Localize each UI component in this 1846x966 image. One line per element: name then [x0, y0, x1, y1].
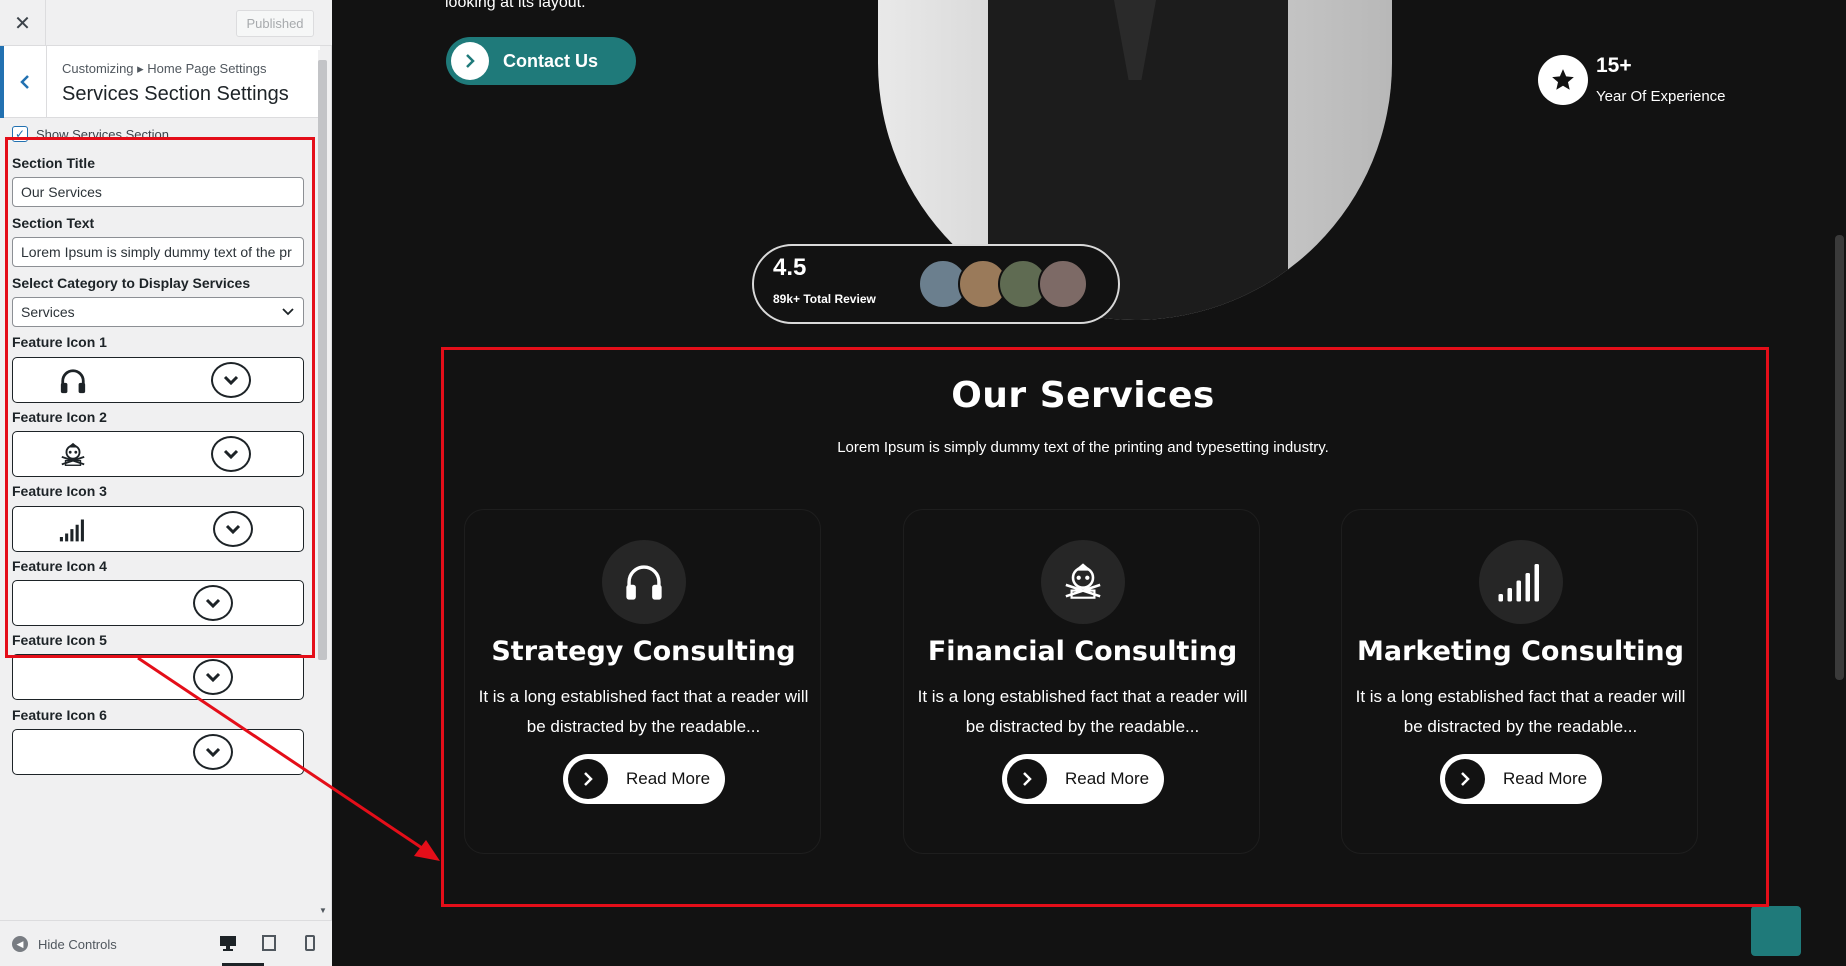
feature-icon-6-picker[interactable]: [12, 729, 304, 775]
sidebar-scrollbar-thumb[interactable]: [318, 60, 327, 660]
close-customizer-button[interactable]: ✕: [0, 0, 46, 46]
section-text-input[interactable]: Lorem Ipsum is simply dummy text of the …: [12, 237, 304, 267]
feature-icon-5-picker[interactable]: [12, 654, 304, 700]
feature-icon-4-label: Feature Icon 4: [12, 558, 107, 574]
chevron-right-icon: [1007, 759, 1047, 799]
site-preview: looking at its layout. Contact Us 4.5 89…: [333, 0, 1846, 966]
read-more-label: Read More: [1503, 769, 1588, 788]
signal-bars-icon: [1479, 540, 1563, 624]
section-title-input[interactable]: Our Services: [12, 177, 304, 207]
review-badge: 4.5 89k+ Total Review: [752, 244, 1120, 324]
feature-icon-2-picker[interactable]: [12, 431, 304, 477]
service-card-text: It is a long established fact that a rea…: [478, 687, 809, 736]
category-label: Select Category to Display Services: [12, 275, 251, 291]
chevron-down-icon[interactable]: [213, 511, 253, 547]
section-title-label: Section Title: [12, 155, 95, 171]
show-services-label: Show Services Section: [36, 126, 169, 142]
close-icon: ✕: [14, 11, 31, 35]
collapse-icon: ◀: [12, 936, 28, 952]
contact-us-label: Contact Us: [503, 50, 599, 71]
contact-us-button[interactable]: Contact Us: [446, 37, 636, 85]
service-card: Marketing Consulting It is a long establ…: [1341, 509, 1698, 854]
hide-controls-button[interactable]: ◀ Hide Controls: [12, 936, 117, 952]
show-services-control[interactable]: ✓ Show Services Section: [12, 126, 169, 142]
show-services-checkbox[interactable]: ✓: [12, 126, 28, 142]
services-title: Our Services: [951, 375, 1215, 416]
pirate-emblem-icon: [59, 441, 87, 469]
chevron-down-icon[interactable]: [193, 585, 233, 621]
feature-icon-4-picker[interactable]: [12, 580, 304, 626]
read-more-button[interactable]: Read More: [563, 754, 725, 804]
experience-value: 15+: [1596, 54, 1632, 77]
breadcrumb: Customizing ▸ Home Page Settings: [62, 61, 267, 76]
headphones-icon: [602, 540, 686, 624]
pirate-emblem-icon: [1041, 540, 1125, 624]
review-count: 89k+ Total Review: [773, 292, 876, 306]
section-header: Customizing ▸ Home Page Settings Service…: [0, 46, 320, 118]
chevron-left-icon: [20, 75, 29, 89]
category-select-value: Services: [21, 304, 75, 320]
back-button[interactable]: [0, 46, 47, 118]
rating-value: 4.5: [773, 254, 807, 281]
hero-text: looking at its layout.: [445, 0, 586, 11]
desktop-preview-icon[interactable]: [218, 933, 238, 953]
service-card-text: It is a long established fact that a rea…: [1355, 687, 1686, 736]
experience-label: Year Of Experience: [1596, 88, 1726, 105]
chevron-down-icon[interactable]: [211, 436, 251, 472]
chevron-right-icon: [451, 42, 489, 80]
headphones-icon: [59, 367, 87, 395]
tablet-preview-icon[interactable]: [259, 933, 279, 953]
feature-icon-3-label: Feature Icon 3: [12, 483, 107, 499]
scroll-down-arrow-icon[interactable]: ▼: [318, 906, 328, 915]
service-card: Strategy Consulting It is a long establi…: [464, 509, 821, 854]
chevron-down-icon[interactable]: [193, 659, 233, 695]
chevron-right-icon: [1445, 759, 1485, 799]
chevron-down-icon: [282, 308, 294, 316]
feature-icon-1-picker[interactable]: [12, 357, 304, 403]
services-text: Lorem Ipsum is simply dummy text of the …: [837, 439, 1329, 456]
read-more-label: Read More: [626, 769, 711, 788]
section-text-label: Section Text: [12, 215, 95, 231]
customizer-header: ✕ Published: [0, 0, 332, 46]
service-card-title: Financial Consulting: [927, 636, 1238, 667]
read-more-button[interactable]: Read More: [1440, 754, 1602, 804]
published-button[interactable]: Published: [236, 10, 314, 37]
service-card-text: It is a long established fact that a rea…: [917, 687, 1248, 736]
read-more-label: Read More: [1065, 769, 1150, 788]
read-more-button[interactable]: Read More: [1002, 754, 1164, 804]
feature-icon-1-label: Feature Icon 1: [12, 334, 107, 350]
customizer-footer: ◀ Hide Controls: [0, 920, 332, 966]
feature-icon-6-label: Feature Icon 6: [12, 707, 107, 723]
page-scrollbar-thumb[interactable]: [1835, 235, 1844, 680]
chevron-right-icon: [568, 759, 608, 799]
chevron-down-icon[interactable]: [211, 362, 251, 398]
category-select[interactable]: Services: [12, 297, 304, 327]
feature-icon-5-label: Feature Icon 5: [12, 632, 107, 648]
mobile-preview-icon[interactable]: [300, 933, 320, 953]
avatar: [1038, 259, 1088, 309]
signal-bars-icon: [59, 516, 87, 544]
feature-icon-3-picker[interactable]: [12, 506, 304, 552]
star-icon: [1538, 55, 1588, 105]
service-card-title: Strategy Consulting: [491, 636, 796, 667]
scroll-to-top-button[interactable]: [1751, 906, 1801, 956]
section-title-heading: Services Section Settings: [62, 83, 289, 105]
chevron-down-icon[interactable]: [193, 734, 233, 770]
customizer-sidebar: ✕ Published Customizing ▸ Home Page Sett…: [0, 0, 332, 966]
hide-controls-label: Hide Controls: [38, 936, 117, 952]
service-card-title: Marketing Consulting: [1357, 636, 1684, 667]
feature-icon-2-label: Feature Icon 2: [12, 409, 107, 425]
service-card: Financial Consulting It is a long establ…: [903, 509, 1260, 854]
